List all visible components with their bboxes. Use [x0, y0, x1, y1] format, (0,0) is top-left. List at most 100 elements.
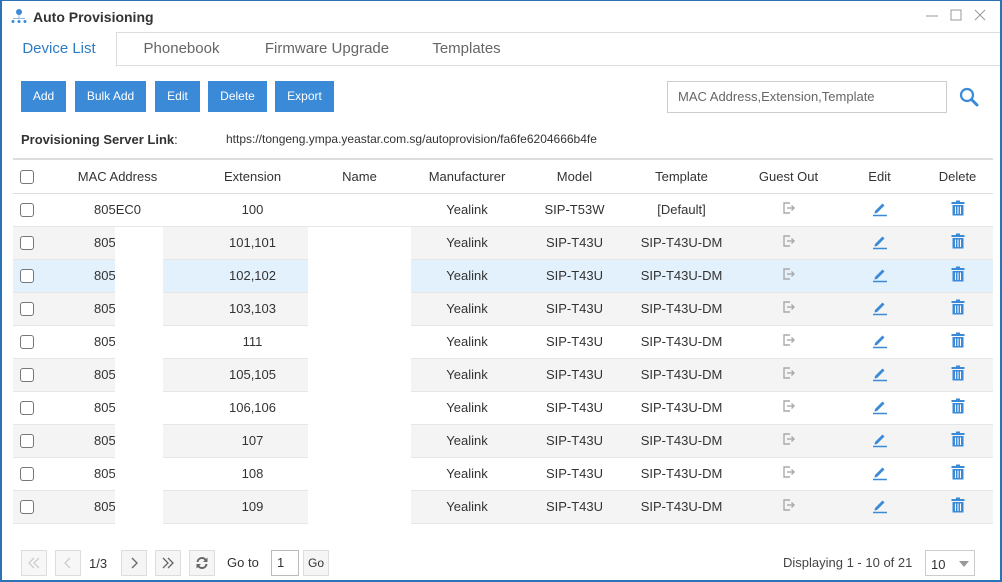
row-checkbox[interactable] — [20, 368, 34, 383]
last-page-button[interactable] — [155, 550, 181, 576]
guest-out-icon[interactable] — [782, 399, 796, 416]
row-checkbox-cell — [13, 490, 41, 524]
trash-icon[interactable] — [951, 266, 965, 285]
cell-model: SIP-T43U — [526, 424, 623, 458]
cell-manufacturer: Yealink — [408, 391, 526, 425]
trash-icon[interactable] — [951, 332, 965, 351]
close-icon[interactable] — [972, 7, 988, 23]
guest-out-icon[interactable] — [782, 465, 796, 482]
cell-guest-out — [740, 325, 837, 359]
cell-guest-out — [740, 259, 837, 293]
tab-templates[interactable]: Templates — [414, 32, 519, 67]
table-row[interactable]: 805EC0 100 Yealink SIP-T53W [Default] — [13, 193, 993, 227]
column-header-delete: Delete — [922, 158, 993, 194]
column-header-manufacturer[interactable]: Manufacturer — [408, 158, 526, 194]
row-checkbox[interactable] — [20, 500, 34, 515]
edit-pencil-icon[interactable] — [871, 265, 889, 286]
cell-model: SIP-T43U — [526, 259, 623, 293]
cell-guest-out — [740, 457, 837, 491]
cell-template: SIP-T43U-DM — [623, 457, 740, 491]
cell-extension: 103,103 — [194, 292, 311, 326]
page-size-select[interactable]: 10 — [925, 550, 975, 576]
trash-icon[interactable] — [951, 464, 965, 483]
search-input[interactable]: MAC Address,Extension,Template — [667, 81, 947, 113]
guest-out-icon[interactable] — [782, 201, 796, 218]
edit-pencil-icon[interactable] — [871, 397, 889, 418]
row-checkbox-cell — [13, 259, 41, 293]
cell-extension: 107 — [194, 424, 311, 458]
guest-out-icon[interactable] — [782, 498, 796, 515]
bulk-add-button[interactable]: Bulk Add — [75, 81, 146, 112]
column-header-mac[interactable]: MAC Address — [41, 158, 194, 194]
edit-pencil-icon[interactable] — [871, 331, 889, 352]
cell-manufacturer: Yealink — [408, 457, 526, 491]
cell-delete — [922, 490, 993, 524]
cell-template: SIP-T43U-DM — [623, 490, 740, 524]
trash-icon[interactable] — [951, 365, 965, 384]
cell-edit — [837, 457, 922, 491]
tab-device-list[interactable]: Device List — [2, 32, 117, 67]
column-header-extension[interactable]: Extension — [194, 158, 311, 194]
guest-out-icon[interactable] — [782, 234, 796, 251]
next-page-button[interactable] — [121, 550, 147, 576]
guest-out-icon[interactable] — [782, 366, 796, 383]
cell-manufacturer: Yealink — [408, 226, 526, 260]
column-header-model[interactable]: Model — [526, 158, 623, 194]
tab-firmware-upgrade[interactable]: Firmware Upgrade — [252, 32, 402, 67]
add-button[interactable]: Add — [21, 81, 66, 112]
refresh-button[interactable] — [189, 550, 215, 576]
delete-button[interactable]: Delete — [208, 81, 267, 112]
table-header: MAC Address Extension Name Manufacturer … — [13, 158, 993, 194]
cell-extension: 105,105 — [194, 358, 311, 392]
first-page-button[interactable] — [21, 550, 47, 576]
row-checkbox[interactable] — [20, 401, 34, 416]
cell-edit — [837, 193, 922, 227]
edit-pencil-icon[interactable] — [871, 496, 889, 517]
trash-icon[interactable] — [951, 233, 965, 252]
maximize-icon[interactable] — [948, 7, 964, 23]
trash-icon[interactable] — [951, 398, 965, 417]
edit-pencil-icon[interactable] — [871, 463, 889, 484]
guest-out-icon[interactable] — [782, 432, 796, 449]
column-header-name[interactable]: Name — [311, 158, 408, 194]
cell-delete — [922, 226, 993, 260]
redaction-mask-name — [308, 227, 411, 524]
window-title: Auto Provisioning — [33, 9, 154, 25]
edit-pencil-icon[interactable] — [871, 298, 889, 319]
column-header-template[interactable]: Template — [623, 158, 740, 194]
row-checkbox[interactable] — [20, 434, 34, 449]
tab-phonebook[interactable]: Phonebook — [124, 32, 239, 67]
row-checkbox[interactable] — [20, 269, 34, 284]
guest-out-icon[interactable] — [782, 267, 796, 284]
search-icon[interactable] — [958, 86, 980, 108]
guest-out-icon[interactable] — [782, 333, 796, 350]
cell-edit — [837, 358, 922, 392]
tab-bar: Device List Phonebook Firmware Upgrade T… — [2, 32, 1000, 67]
go-button[interactable]: Go — [303, 550, 329, 576]
trash-icon[interactable] — [951, 299, 965, 318]
row-checkbox[interactable] — [20, 236, 34, 251]
cell-template: SIP-T43U-DM — [623, 358, 740, 392]
goto-page-input[interactable]: 1 — [271, 550, 299, 576]
select-all-header — [13, 158, 41, 194]
select-all-checkbox[interactable] — [20, 170, 34, 185]
edit-button[interactable]: Edit — [155, 81, 200, 112]
prev-page-button[interactable] — [55, 550, 81, 576]
trash-icon[interactable] — [951, 497, 965, 516]
cell-manufacturer: Yealink — [408, 259, 526, 293]
row-checkbox[interactable] — [20, 467, 34, 482]
minimize-icon[interactable] — [924, 7, 940, 23]
guest-out-icon[interactable] — [782, 300, 796, 317]
row-checkbox[interactable] — [20, 302, 34, 317]
edit-pencil-icon[interactable] — [871, 430, 889, 451]
trash-icon[interactable] — [951, 431, 965, 450]
cell-extension: 106,106 — [194, 391, 311, 425]
edit-pencil-icon[interactable] — [871, 364, 889, 385]
edit-pencil-icon[interactable] — [871, 232, 889, 253]
edit-pencil-icon[interactable] — [871, 199, 889, 220]
trash-icon[interactable] — [951, 200, 965, 219]
row-checkbox[interactable] — [20, 203, 34, 218]
redaction-mask-mac — [115, 227, 163, 524]
row-checkbox[interactable] — [20, 335, 34, 350]
export-button[interactable]: Export — [275, 81, 334, 112]
